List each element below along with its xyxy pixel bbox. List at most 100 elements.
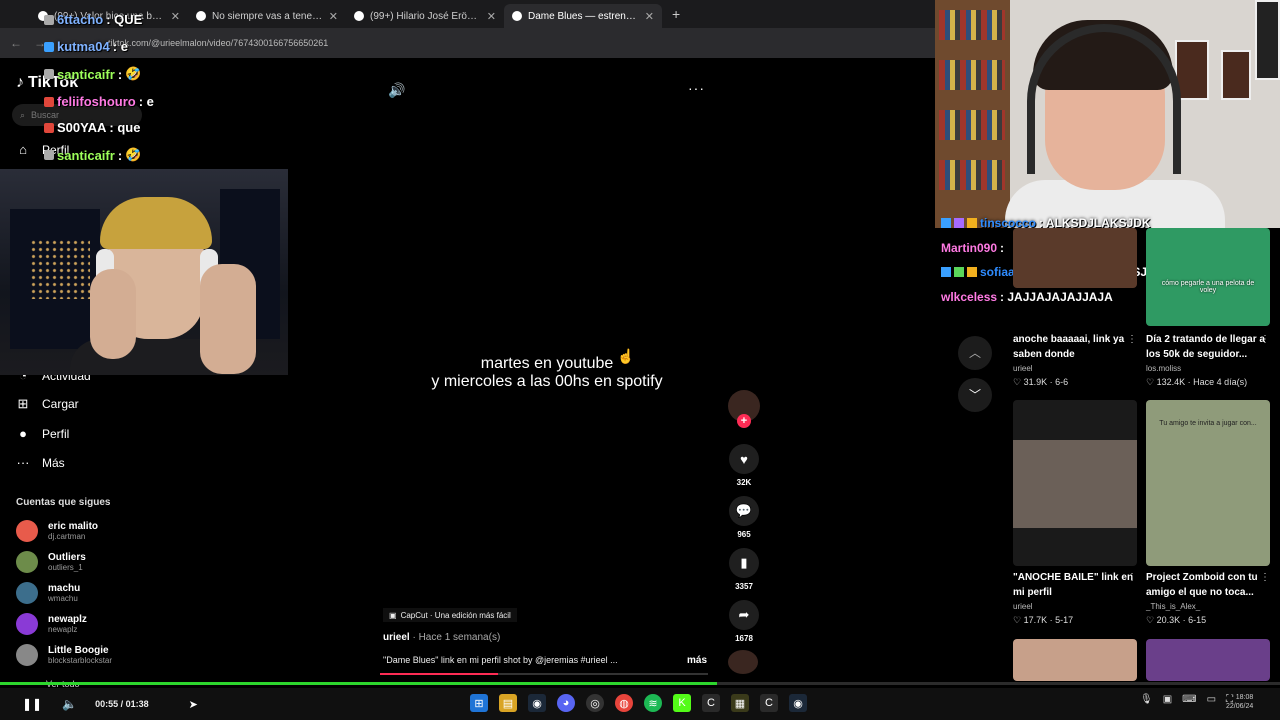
previous-video-button[interactable]: ︿ (958, 336, 992, 370)
heart-icon: ♥ (729, 444, 759, 474)
share-arrow-icon: ➦ (729, 600, 759, 630)
badge-icon (44, 14, 54, 25)
following-account[interactable]: Outliers outliers_1 (16, 551, 86, 573)
following-account[interactable]: machu wmachu (16, 582, 80, 604)
badge-icon (44, 96, 54, 107)
video-progress-bar[interactable] (380, 673, 708, 675)
pause-icon[interactable]: ❚❚ (22, 697, 42, 711)
music-disc-icon[interactable] (728, 650, 758, 674)
save-button[interactable]: ▮ 3357 (727, 548, 761, 591)
following-title: Cuentas que sigues (16, 497, 111, 508)
nav-item-upload[interactable]: ⊞ Cargar (16, 396, 79, 412)
address-bar: ← → tiktok.com/@urieelmalon/video/767430… (0, 28, 935, 58)
volume-icon[interactable]: 🔈 (62, 697, 77, 711)
volume-icon[interactable]: 🔊 (388, 82, 405, 99)
stream-progress-fill (0, 682, 717, 685)
avatar (16, 644, 38, 666)
home-icon: ⌂ (19, 142, 27, 157)
player-time: 00:55 / 01:38 (95, 699, 149, 709)
card-menu-icon[interactable]: ⋮ (1127, 334, 1137, 345)
close-tab-icon[interactable]: ✕ (487, 10, 496, 23)
card-menu-icon[interactable]: ⋮ (1127, 572, 1137, 583)
chevron-up-icon: ︿ (968, 346, 981, 360)
comment-button[interactable]: 💬 965 (727, 496, 761, 539)
card-menu-icon[interactable]: ⋮ (1260, 334, 1270, 345)
close-tab-icon[interactable]: ✕ (645, 10, 654, 23)
mouse-cursor-icon: ☝ (617, 348, 635, 364)
discord-icon[interactable]: ◕ (557, 694, 575, 712)
recommended-video-card[interactable]: cómo pegarle a una pelota de voley ⋮ Día… (1146, 228, 1270, 388)
recommended-video-card[interactable]: ⋮ "ANOCHE BAILE" link en mi perfil uriee… (1013, 400, 1137, 626)
recommended-video-card[interactable] (1146, 639, 1270, 681)
steam-icon[interactable]: ◉ (528, 694, 546, 712)
app-icon[interactable]: C (760, 694, 778, 712)
badge-icon (44, 69, 54, 79)
app-icon[interactable]: C (702, 694, 720, 712)
close-tab-icon[interactable]: ✕ (329, 10, 338, 23)
webcam-left (0, 169, 288, 375)
stream-progress-bar[interactable] (0, 682, 1280, 685)
laughing-emoji-icon: 🤣 (125, 147, 142, 162)
avatar (16, 613, 38, 635)
microphone-icon[interactable]: 🎙 (1140, 694, 1153, 705)
tiktok-favicon-icon (512, 11, 522, 21)
next-video-button[interactable]: ﹀ (958, 378, 992, 412)
app-icon[interactable]: ▦ (731, 694, 749, 712)
search-icon: ⌕ (20, 109, 26, 120)
recommended-video-card[interactable]: Tu amigo te invita a jugar con... ⋮ Proj… (1146, 400, 1270, 626)
close-tab-icon[interactable]: ✕ (171, 10, 180, 23)
see-more-link[interactable]: más (687, 655, 707, 666)
nav-item-more[interactable]: ··· Más (16, 455, 65, 470)
comment-icon: 💬 (729, 496, 759, 526)
kick-icon[interactable]: K (673, 694, 691, 712)
file-explorer-icon[interactable]: ▤ (499, 694, 517, 712)
upload-icon: ⊞ (17, 396, 29, 411)
following-account[interactable]: Little Boogie blockstarblockstar (16, 644, 112, 666)
follow-plus-icon[interactable]: + (737, 414, 751, 428)
badge-icon (954, 218, 964, 228)
video-thumbnail[interactable] (1013, 228, 1137, 288)
language-icon[interactable]: ⌨ (1182, 694, 1196, 705)
windows-start-icon[interactable]: ⊞ (470, 694, 488, 712)
new-tab-icon[interactable]: + (672, 6, 680, 22)
recommended-video-card[interactable]: ⋮ anoche baaaaai, link ya saben donde ur… (1013, 228, 1137, 388)
card-menu-icon[interactable]: ⋮ (1260, 572, 1270, 583)
like-button[interactable]: ♥ 32K (727, 444, 761, 487)
avatar (16, 551, 38, 573)
spotify-icon[interactable]: ≋ (644, 694, 662, 712)
browser-tab[interactable]: No siempre vas a tener a alguie✕ (188, 4, 346, 28)
video-thumbnail[interactable]: Tu amigo te invita a jugar con... (1146, 400, 1270, 566)
chat-message: santicaifr: 🤣 (44, 66, 141, 82)
chat-message: feliifoshouro: e (44, 94, 154, 109)
video-author[interactable]: urieel · Hace 1 semana(s) (383, 632, 500, 643)
tiktok-note-icon: ♪ (16, 74, 24, 91)
more-options-icon[interactable]: ··· (688, 80, 705, 96)
video-description: "Dame Blues" link en mi perfil shot by @… (383, 655, 618, 665)
back-arrow-icon[interactable]: ← (10, 36, 22, 50)
following-account[interactable]: newaplz newaplz (16, 613, 87, 635)
obs-icon[interactable]: ◎ (586, 694, 604, 712)
video-thumbnail[interactable]: cómo pegarle a una pelota de voley (1146, 228, 1270, 326)
recommended-video-card[interactable] (1013, 639, 1137, 681)
pip-icon[interactable]: ▣ (1163, 694, 1172, 705)
chat-message: S00YAA: que (44, 120, 140, 135)
avatar (16, 520, 38, 542)
browser-tab[interactable]: (99+) Hilario José Eröme: perfil✕ (346, 4, 504, 28)
captions-icon[interactable]: ▭ (1207, 694, 1216, 705)
url-text[interactable]: tiktok.com/@urieelmalon/video/7674300166… (108, 38, 328, 48)
capcut-tag[interactable]: ▣ CapCut · Una edición más fácil (383, 608, 517, 622)
nav-item-profile[interactable]: ● Perfil (16, 426, 69, 441)
video-thumbnail[interactable] (1146, 639, 1270, 681)
system-clock: 18:08 22/06/24 (1226, 694, 1254, 710)
browser-tab-active[interactable]: Dame Blues — estreno martes✕ (504, 4, 662, 28)
following-account[interactable]: eric malito dj.cartman (16, 520, 98, 542)
chrome-icon[interactable]: ◍ (615, 694, 633, 712)
video-thumbnail[interactable] (1013, 639, 1137, 681)
share-button[interactable]: ➦ 1678 (727, 600, 761, 643)
steam-icon[interactable]: ◉ (789, 694, 807, 712)
bookmark-icon: ▮ (729, 548, 759, 578)
video-thumbnail[interactable] (1013, 400, 1137, 566)
system-tray: 🎙 ▣ ⌨ ▭ ⛶ (1140, 694, 1233, 705)
badge-icon (954, 267, 964, 277)
video-caption: martes en youtube y miercoles a las 00hs… (431, 355, 663, 390)
